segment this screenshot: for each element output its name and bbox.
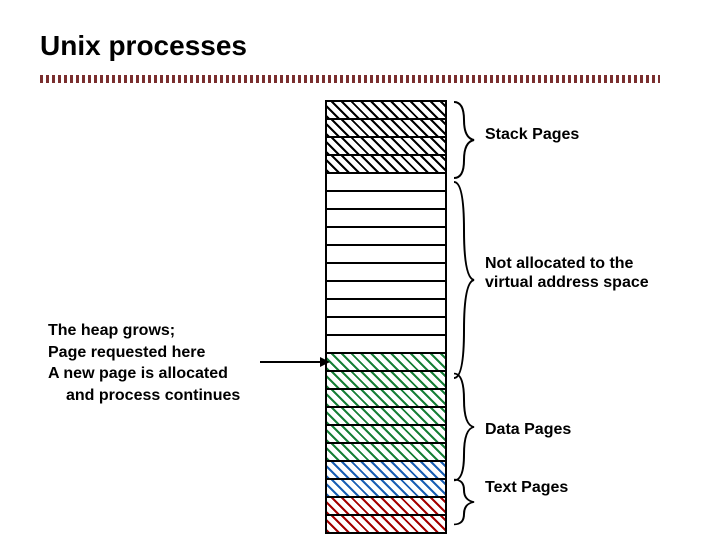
memory-page-free [326, 245, 446, 263]
memory-page-stack [326, 119, 446, 137]
memory-page-text [326, 497, 446, 515]
heap-l1: The heap grows; [48, 322, 175, 339]
memory-page-free [326, 281, 446, 299]
title-underline [40, 75, 660, 83]
memory-page-stack [326, 137, 446, 155]
memory-page-text [326, 479, 446, 497]
memory-page-free [326, 227, 446, 245]
request-arrow [260, 354, 330, 370]
brace-free [450, 180, 478, 380]
brace-data [450, 372, 478, 482]
heap-l4: and process continues [48, 385, 240, 407]
heap-caption: The heap grows; Page requested here A ne… [48, 320, 240, 406]
memory-page-text [326, 515, 446, 533]
memory-page-stack [326, 155, 446, 173]
label-stack: Stack Pages [485, 125, 579, 144]
heap-l3: A new page is allocated [48, 365, 228, 382]
label-free: Not allocated to the virtual address spa… [485, 254, 649, 292]
label-data: Data Pages [485, 420, 571, 439]
memory-page-stack [326, 101, 446, 119]
brace-text [450, 478, 478, 526]
memory-page-data [326, 443, 446, 461]
heap-l2: Page requested here [48, 344, 205, 361]
memory-page-data [326, 425, 446, 443]
brace-stack [450, 100, 478, 180]
memory-page-free [326, 335, 446, 353]
label-free-l2: virtual address space [485, 274, 649, 291]
memory-page-free [326, 191, 446, 209]
memory-column [325, 100, 447, 534]
memory-page-free [326, 209, 446, 227]
memory-page-data [326, 371, 446, 389]
memory-page-data [326, 407, 446, 425]
page-title: Unix processes [40, 30, 247, 62]
memory-page-newpage [326, 353, 446, 371]
memory-page-free [326, 263, 446, 281]
label-text: Text Pages [485, 478, 568, 497]
memory-page-free [326, 317, 446, 335]
memory-page-data [326, 461, 446, 479]
memory-page-data [326, 389, 446, 407]
memory-page-free [326, 299, 446, 317]
label-free-l1: Not allocated to the [485, 255, 633, 272]
memory-page-free [326, 173, 446, 191]
